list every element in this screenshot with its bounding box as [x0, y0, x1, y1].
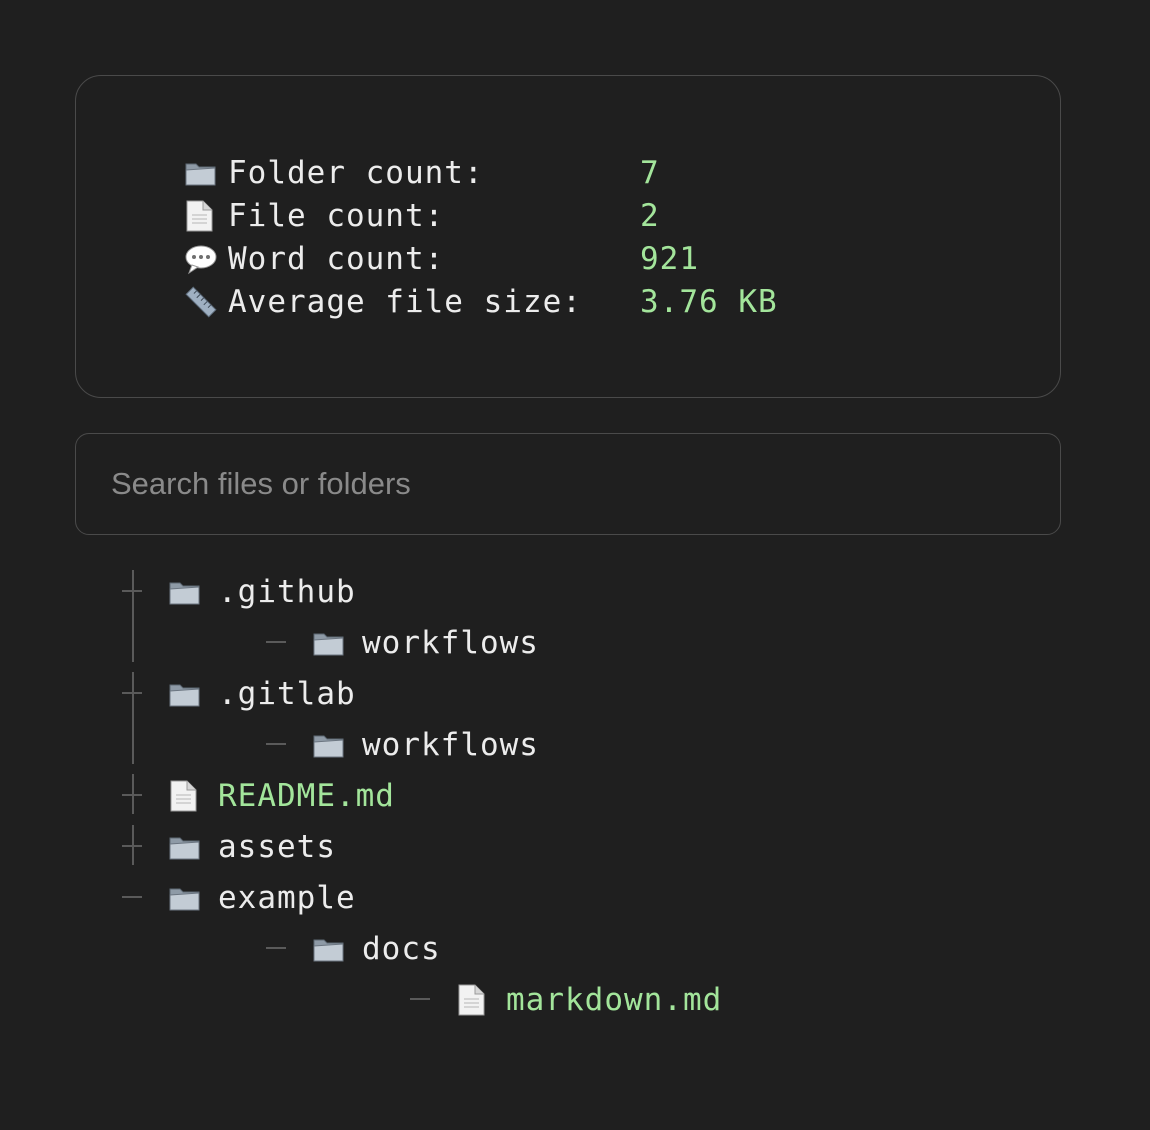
folder-icon — [168, 679, 218, 709]
folder-icon — [312, 628, 362, 658]
tree-item-gitlab-workflows[interactable]: workflows — [312, 719, 539, 770]
tree-item-markdown[interactable]: markdown.md — [456, 974, 722, 1025]
tree-connector — [122, 590, 142, 592]
folder-icon — [312, 730, 362, 760]
file-icon — [456, 984, 506, 1016]
tree-item-gitlab[interactable]: .gitlab — [168, 668, 356, 719]
stat-file-count: File count: 2 — [184, 196, 659, 236]
stat-average-file-size: Average file size: 3.76 KB — [184, 282, 777, 322]
stat-folder-count: Folder count: 7 — [184, 153, 659, 193]
stat-label: Average file size: — [228, 284, 582, 320]
tree-item-docs[interactable]: docs — [312, 923, 441, 974]
tree-item-label: markdown.md — [506, 981, 723, 1018]
tree-item-label: workflows — [362, 726, 539, 763]
search-box[interactable] — [75, 433, 1061, 535]
tree-item-label: README.md — [218, 777, 395, 814]
tree-connector — [266, 641, 286, 643]
stats-panel: Folder count: 7 File count: 2 Word count… — [75, 75, 1061, 398]
tree-item-label: example — [218, 879, 356, 916]
folder-icon — [312, 934, 362, 964]
tree-item-label: docs — [362, 930, 441, 967]
stat-value: 2 — [640, 198, 660, 234]
folder-icon — [168, 832, 218, 862]
file-icon — [184, 200, 228, 232]
tree-item-github[interactable]: .github — [168, 566, 356, 617]
stat-word-count: Word count: 921 — [184, 239, 698, 279]
tree-connector — [122, 896, 142, 898]
tree-connector — [132, 672, 134, 764]
stat-value: 3.76 KB — [640, 284, 778, 320]
tree-connector — [266, 743, 286, 745]
tree-item-label: assets — [218, 828, 336, 865]
folder-icon — [168, 577, 218, 607]
tree-connector — [266, 947, 286, 949]
tree-connector — [122, 845, 142, 847]
folder-icon — [168, 883, 218, 913]
stat-value: 7 — [640, 155, 660, 191]
tree-connector — [132, 570, 134, 662]
folder-icon — [184, 158, 228, 188]
tree-item-assets[interactable]: assets — [168, 821, 336, 872]
tree-item-label: workflows — [362, 624, 539, 661]
search-input[interactable] — [109, 465, 1013, 503]
speech-bubble-icon — [184, 243, 228, 275]
tree-item-label: .github — [218, 573, 356, 610]
tree-connector — [122, 692, 142, 694]
stat-label: Folder count: — [228, 155, 484, 191]
tree-connector — [410, 998, 430, 1000]
stat-label: Word count: — [228, 241, 445, 277]
stat-value: 921 — [640, 241, 699, 277]
tree-item-label: .gitlab — [218, 675, 356, 712]
tree-item-github-workflows[interactable]: workflows — [312, 617, 539, 668]
tree-connector — [122, 794, 142, 796]
stat-label: File count: — [228, 198, 445, 234]
file-icon — [168, 780, 218, 812]
ruler-icon — [184, 286, 228, 318]
tree-item-example[interactable]: example — [168, 872, 356, 923]
tree-item-readme[interactable]: README.md — [168, 770, 395, 821]
